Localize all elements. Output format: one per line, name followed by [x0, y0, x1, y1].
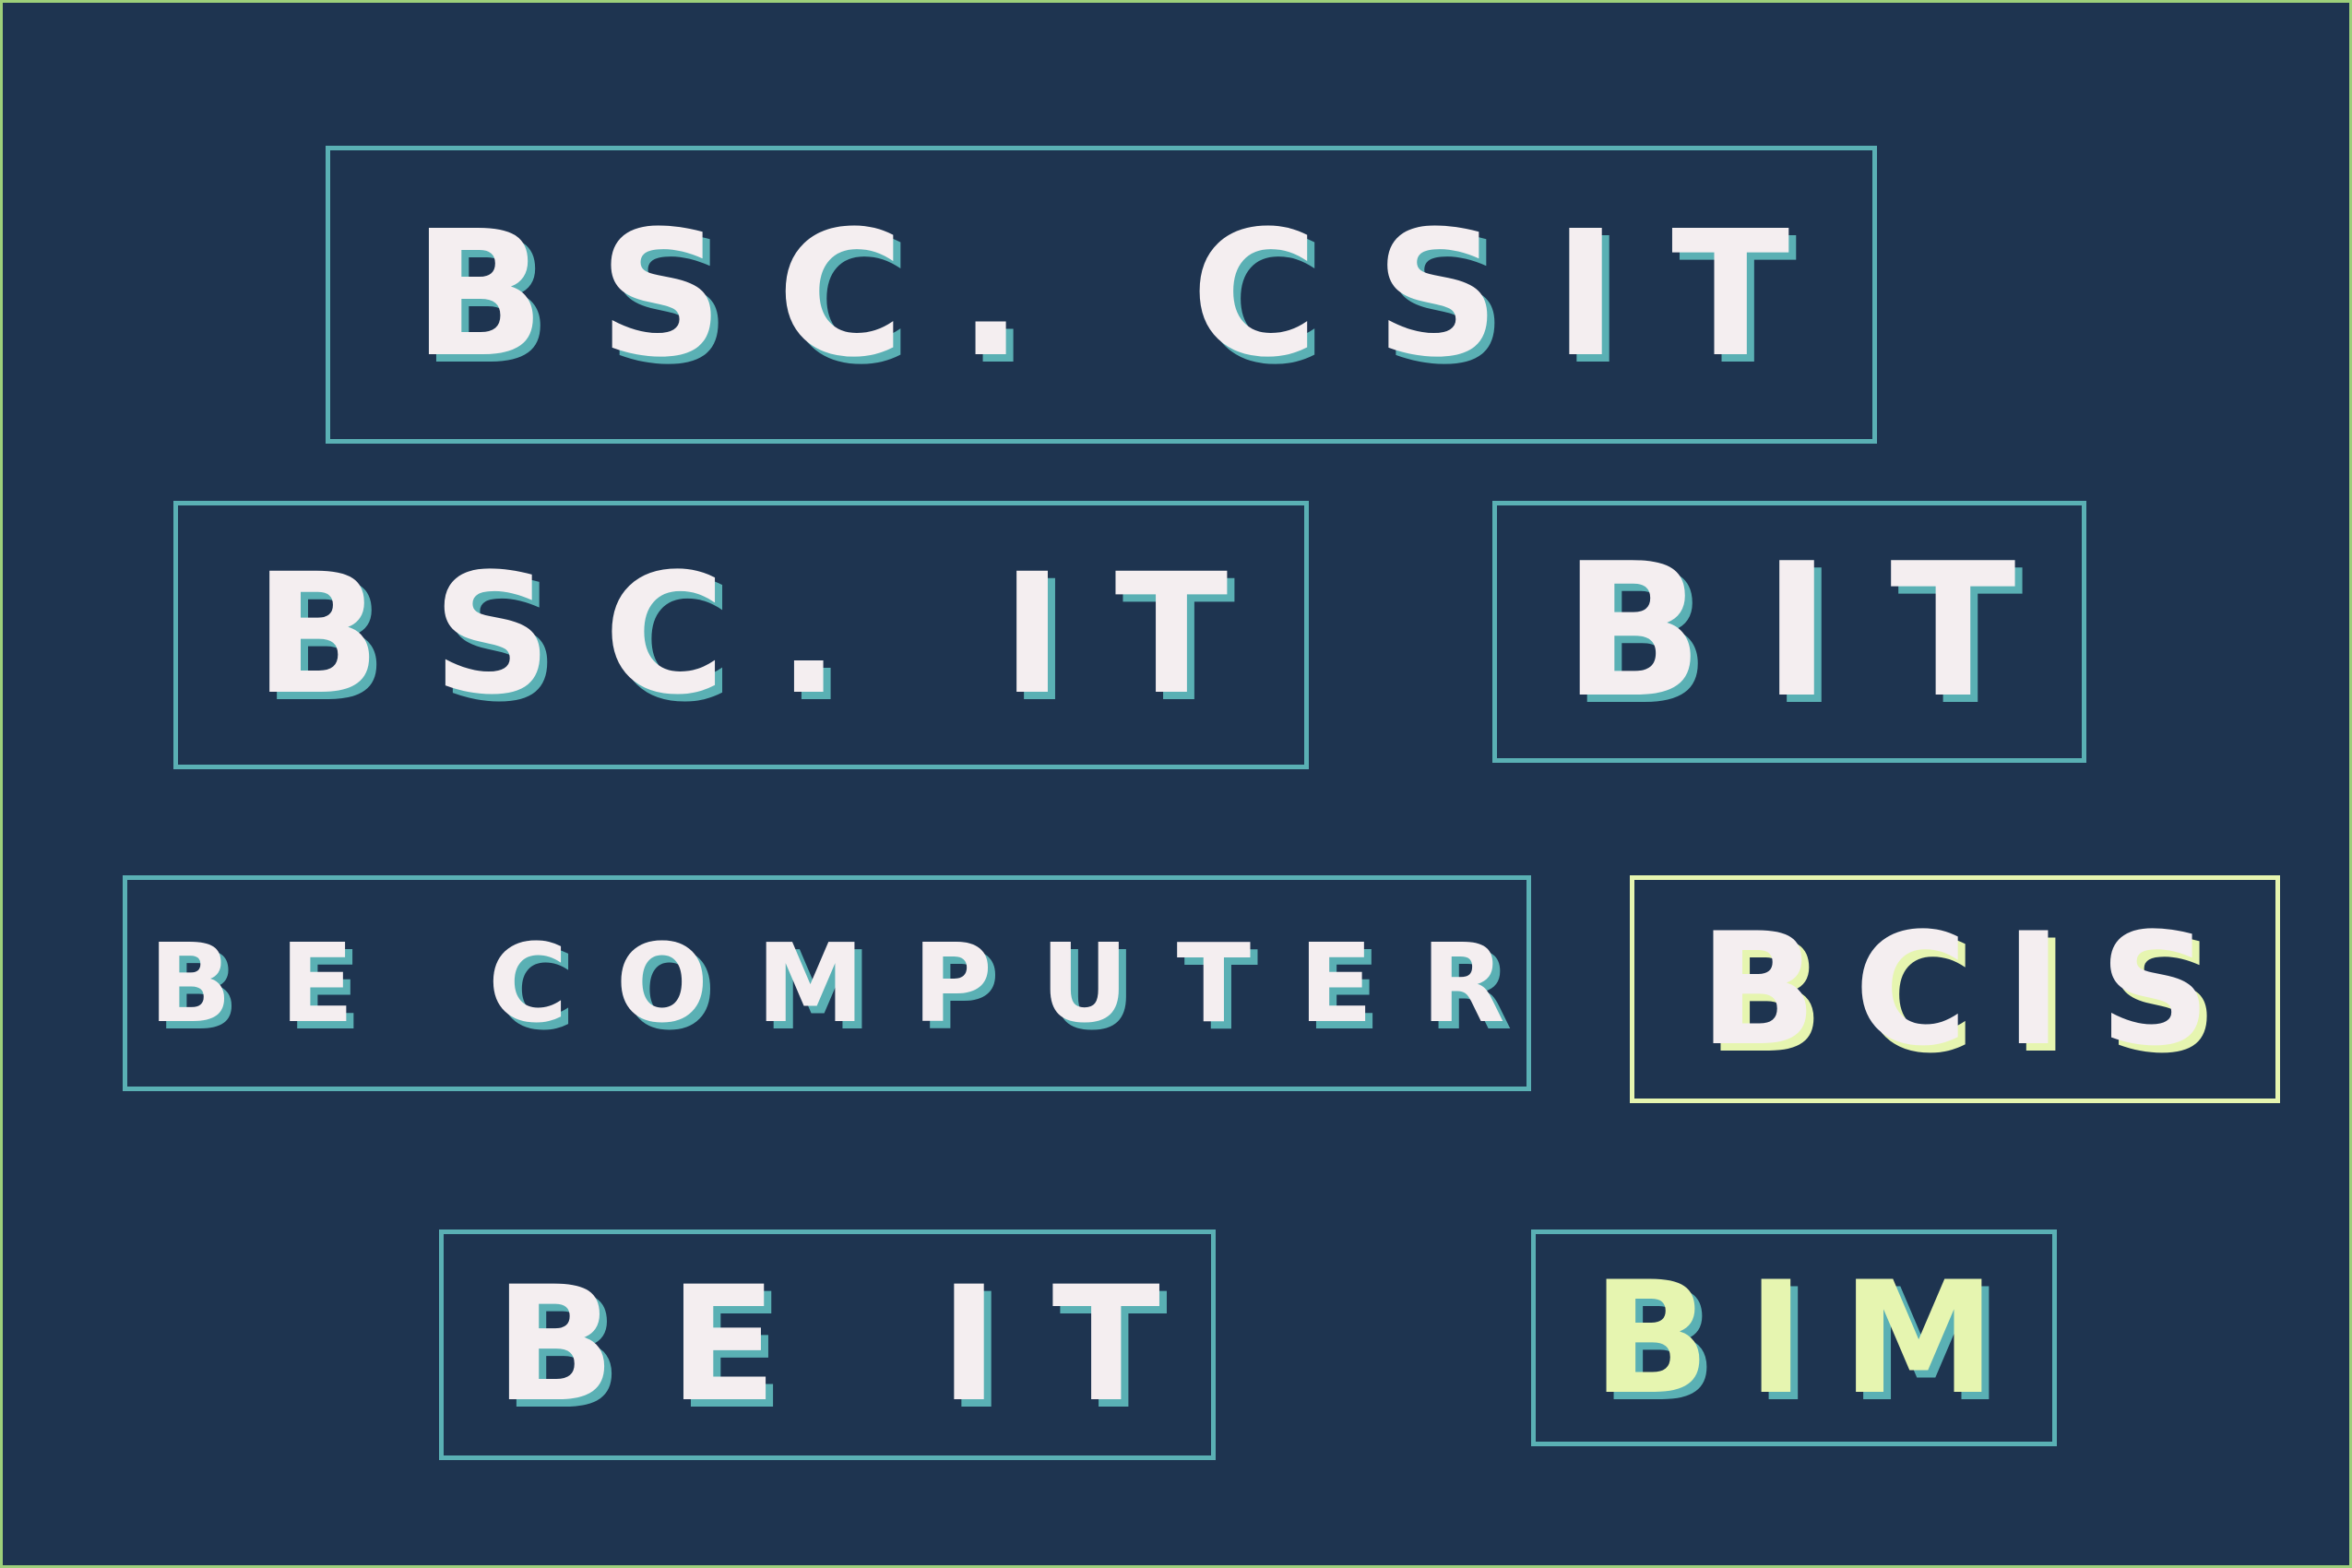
- bcis-box: BCIS: [1630, 875, 2280, 1103]
- bsc-csit-label: BSC. CSIT: [412, 193, 1844, 396]
- be-computer-label: BE COMPUTER: [148, 920, 1553, 1047]
- bcis-label: BCIS: [1699, 898, 2248, 1080]
- degree-board: BSC. CSIT BSC. IT BIT BE COMPUTER BCIS B…: [0, 0, 2352, 1568]
- bsc-csit-box: BSC. CSIT: [326, 146, 1877, 444]
- be-it-label: BE IT: [494, 1252, 1214, 1437]
- bim-label: BIM: [1592, 1247, 2033, 1429]
- be-computer-box: BE COMPUTER: [123, 875, 1531, 1091]
- bit-box: BIT: [1492, 501, 2086, 763]
- bim-box: BIM: [1531, 1229, 2057, 1446]
- be-it-box: BE IT: [439, 1229, 1216, 1460]
- bsc-it-box: BSC. IT: [173, 501, 1309, 769]
- bsc-it-label: BSC. IT: [254, 538, 1280, 731]
- bit-label: BIT: [1562, 524, 2075, 739]
